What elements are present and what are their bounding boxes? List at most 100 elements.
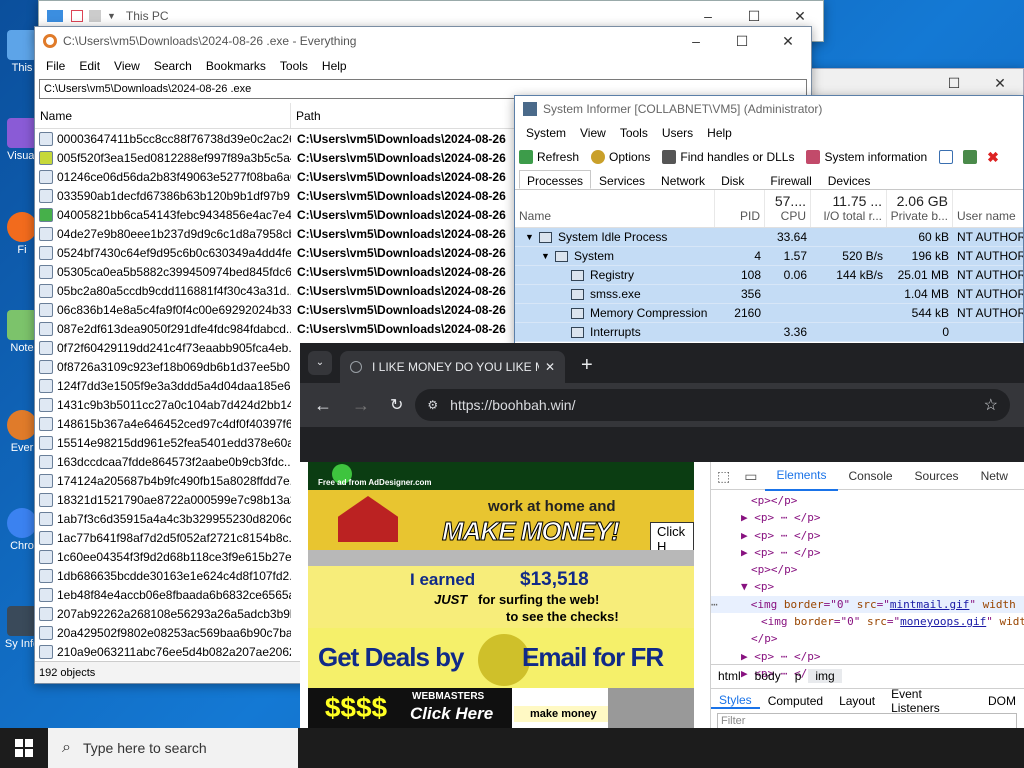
maximize-button[interactable]: ☐ <box>719 33 765 50</box>
menu-view[interactable]: View <box>573 126 613 140</box>
site-info-icon[interactable]: ⚙ <box>427 398 438 412</box>
tab-computed[interactable]: Computed <box>760 694 831 708</box>
system-information-button[interactable]: System information <box>806 150 927 164</box>
menu-tools[interactable]: Tools <box>613 126 655 140</box>
menu-edit[interactable]: Edit <box>72 59 107 73</box>
new-folder-icon[interactable] <box>89 10 101 22</box>
close-button[interactable]: ✕ <box>777 8 823 25</box>
dom-node[interactable]: </p> <box>711 630 1024 647</box>
forward-icon[interactable]: → <box>352 395 370 416</box>
ad-webmasters[interactable]: $$$$ WEBMASTERS Click Here make money <box>308 688 694 728</box>
process-row[interactable]: Memory Compression 2160 544 kB NT AUTHORI <box>515 304 1023 323</box>
tab-network[interactable]: Netw <box>970 462 1019 490</box>
dom-node[interactable]: <p></p> <box>711 561 1024 578</box>
process-row[interactable]: ▼ System 4 1.57 520 B/s 196 kB NT AUTHORI <box>515 247 1023 266</box>
tab-event-listeners[interactable]: Event Listeners <box>883 687 980 715</box>
tab-services[interactable]: Services <box>591 170 653 189</box>
menu-bookmarks[interactable]: Bookmarks <box>199 59 273 73</box>
expand-icon[interactable]: ▼ <box>525 232 539 242</box>
maximize-button[interactable]: ☐ <box>931 75 977 92</box>
dom-node[interactable]: ▶ <p> ⋯ </p> <box>711 509 1024 526</box>
close-tab-icon[interactable]: ✕ <box>545 360 555 374</box>
star-icon[interactable]: ☆ <box>984 395 998 415</box>
background-window[interactable]: ☐ ✕ <box>800 68 1024 98</box>
options-button[interactable]: Options <box>591 150 650 164</box>
process-row[interactable]: ▼ System Idle Process 33.64 60 kB NT AUTHORI <box>515 228 1023 247</box>
properties-icon[interactable] <box>71 10 83 22</box>
dom-node[interactable]: <p></p> <box>711 492 1024 509</box>
find-handles-button[interactable]: Find handles or DLLs <box>662 150 794 164</box>
ad-get-deals[interactable]: Get Deals by Email for FR <box>308 628 694 688</box>
menu-file[interactable]: File <box>39 59 72 73</box>
menu-help[interactable]: Help <box>700 126 739 140</box>
tab-layout[interactable]: Layout <box>831 694 883 708</box>
tab-elements[interactable]: Elements <box>765 461 838 491</box>
column-name[interactable]: Name <box>35 103 291 128</box>
chevron-down-icon[interactable]: ▼ <box>107 11 116 21</box>
column-io[interactable]: 11.75 ... I/O total r... <box>811 190 887 227</box>
dom-node-selected[interactable]: ⋯ <img border="0" src="mintmail.gif" wid… <box>711 595 1024 614</box>
tab-processes[interactable]: Processes <box>519 170 592 189</box>
maximize-button[interactable]: ☐ <box>731 8 777 25</box>
close-button[interactable]: ✕ <box>765 33 811 50</box>
dom-node[interactable]: ▶ <p> ⋯ </p> <box>711 527 1024 544</box>
menu-system[interactable]: System <box>519 126 573 140</box>
tab-styles[interactable]: Styles <box>711 693 760 709</box>
address-bar[interactable]: ⚙ https://boohbah.win/ ☆ <box>415 389 1010 421</box>
back-icon[interactable]: ← <box>314 395 332 416</box>
minimize-button[interactable]: – <box>673 33 719 50</box>
browser-window[interactable]: ⌄ I LIKE MONEY DO YOU LIKE M ✕ + ← → ↻ ⚙… <box>300 343 1024 729</box>
close-button[interactable]: ✕ <box>977 75 1023 92</box>
system-informer-window[interactable]: System Informer [COLLABNET\VM5] (Adminis… <box>514 95 1024 345</box>
expand-icon[interactable]: ▼ <box>541 251 555 261</box>
menu-tools[interactable]: Tools <box>273 59 315 73</box>
menu-view[interactable]: View <box>107 59 147 73</box>
process-row[interactable]: Interrupts 3.36 0 <box>515 323 1023 342</box>
process-row[interactable]: smss.exe 356 1.04 MB NT AUTHORI <box>515 285 1023 304</box>
column-user-name[interactable]: User name <box>953 190 1023 227</box>
dom-node[interactable]: ▼ <p> <box>711 578 1024 595</box>
column-private-bytes[interactable]: 2.06 GB Private b... <box>887 190 953 227</box>
menu-users[interactable]: Users <box>655 126 700 140</box>
file-name-cell: 1db686635bcdde30163e1e624c4d8f107fd2... <box>35 568 291 583</box>
crumb-body[interactable]: body <box>748 669 788 683</box>
window-button[interactable] <box>939 150 957 164</box>
taskbar-search[interactable]: ⌕ Type here to search <box>48 728 298 768</box>
inspect-icon[interactable]: ⬚ <box>711 462 736 490</box>
tab-devices[interactable]: Devices <box>820 170 879 189</box>
go-button[interactable] <box>963 150 981 164</box>
tab-firewall[interactable]: Firewall <box>762 170 819 189</box>
reload-icon[interactable]: ↻ <box>390 395 403 415</box>
tab-sources[interactable]: Sources <box>904 462 970 490</box>
process-list[interactable]: ▼ System Idle Process 33.64 60 kB NT AUTHORI… <box>515 228 1023 342</box>
minimize-button[interactable]: – <box>685 8 731 25</box>
styles-filter-input[interactable]: Filter <box>717 713 1017 729</box>
menu-search[interactable]: Search <box>147 59 199 73</box>
crumb-p[interactable]: p <box>788 669 809 683</box>
refresh-button[interactable]: Refresh <box>519 150 579 164</box>
dom-node[interactable]: <img border="0" src="moneyoops.gif" widt <box>711 613 1024 630</box>
crumb-img[interactable]: img <box>808 668 842 683</box>
new-tab-icon[interactable]: + <box>581 354 593 377</box>
dom-node[interactable]: ▶ <p> ⋯ </p> <box>711 544 1024 561</box>
column-name[interactable]: Name <box>515 190 715 227</box>
tab-disk[interactable]: Disk <box>713 170 752 189</box>
ad-banner-top[interactable]: Free ad from AdDesigner.com <box>308 462 694 490</box>
dom-tree[interactable]: <p></p> ▶ <p> ⋯ </p> ▶ <p> ⋯ </p> ▶ <p> … <box>711 490 1024 682</box>
tab-network[interactable]: Network <box>653 170 713 189</box>
dom-node[interactable]: ▶ <p> ⋯ </p> <box>711 648 1024 665</box>
ad-make-money[interactable]: work at home and MAKE MONEY! Click H <box>308 490 694 556</box>
column-cpu[interactable]: 57.... CPU <box>765 190 811 227</box>
tab-search-icon[interactable]: ⌄ <box>308 351 332 375</box>
column-pid[interactable]: PID <box>715 190 765 227</box>
start-button[interactable] <box>0 728 48 768</box>
crumb-html[interactable]: html <box>711 669 748 683</box>
tab-dom[interactable]: DOM <box>980 694 1024 708</box>
terminate-icon[interactable]: ✖ <box>987 149 999 166</box>
menu-help[interactable]: Help <box>315 59 354 73</box>
browser-tab[interactable]: I LIKE MONEY DO YOU LIKE M ✕ <box>340 351 565 383</box>
process-row[interactable]: Registry 108 0.06 144 kB/s 25.01 MB NT AUTHOR… <box>515 266 1023 285</box>
ad-earned[interactable]: I earned $13,518 JUST for surfing the we… <box>308 566 694 628</box>
device-toolbar-icon[interactable]: ▭ <box>736 462 765 490</box>
tab-console[interactable]: Console <box>838 462 904 490</box>
